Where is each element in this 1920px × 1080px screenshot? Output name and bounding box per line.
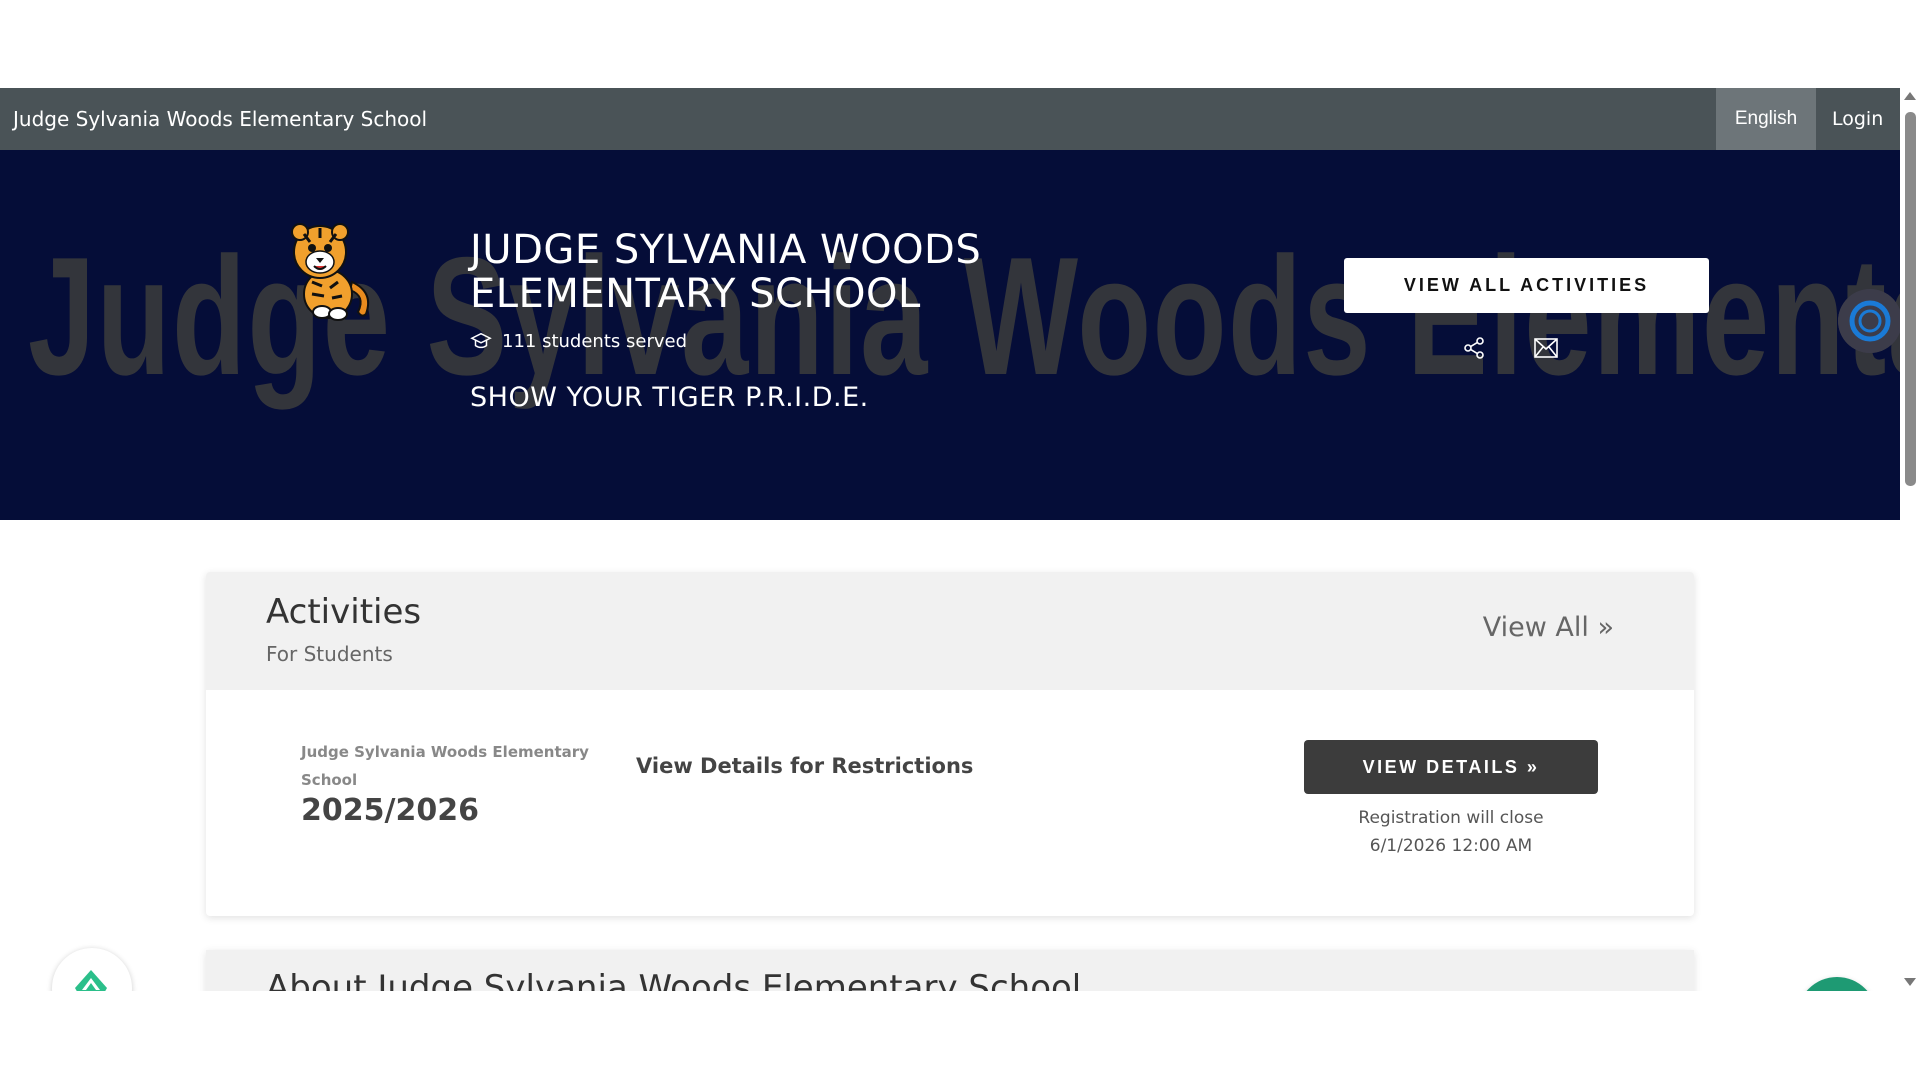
graduation-cap-icon [470, 332, 492, 349]
chat-icon [1797, 977, 1877, 991]
activities-subtitle: For Students [266, 642, 393, 666]
activities-card-header: Activities For Students View All » [206, 572, 1694, 690]
view-all-activities-button[interactable]: VIEW ALL ACTIVITIES [1344, 258, 1709, 313]
share-icon[interactable] [1462, 336, 1486, 360]
view-all-link[interactable]: View All » [1483, 612, 1614, 643]
hero-banner: Judge Sylvania Woods Elementary Sc JUDGE… [0, 150, 1900, 520]
school-title-line1: JUDGE SYLVANIA WOODS [470, 227, 982, 273]
students-served: 111 students served [470, 330, 687, 352]
activity-description[interactable]: View Details for Restrictions [636, 754, 973, 778]
registration-close-info: Registration will close 6/1/2026 12:00 A… [1304, 804, 1598, 860]
school-title-line2: ELEMENTARY SCHOOL [470, 271, 921, 317]
registration-close-date: 6/1/2026 12:00 AM [1369, 836, 1533, 856]
language-button[interactable]: English [1716, 88, 1816, 150]
activities-title: Activities [266, 592, 422, 632]
top-nav-bar: Judge Sylvania Woods Elementary School E… [0, 88, 1900, 150]
side-logo-icon[interactable] [1838, 289, 1900, 353]
school-tagline: SHOW YOUR TIGER P.R.I.D.E. [470, 382, 869, 413]
vertical-scrollbar[interactable] [1900, 88, 1920, 991]
activity-school-name: Judge Sylvania Woods Elementary School [301, 743, 589, 789]
students-served-label: 111 students served [502, 330, 687, 352]
scroll-thumb[interactable] [1905, 112, 1916, 486]
activities-card: Activities For Students View All » Judge… [206, 572, 1694, 916]
chat-button[interactable] [1797, 977, 1877, 991]
school-title: JUDGE SYLVANIA WOODS ELEMENTARY SCHOOL [470, 228, 1170, 316]
login-link[interactable]: Login [1832, 88, 1883, 150]
about-card: About Judge Sylvania Woods Elementary Sc… [206, 950, 1694, 991]
scroll-down-arrow-icon[interactable] [1904, 978, 1916, 986]
activity-year: 2025/2026 [301, 793, 479, 828]
view-details-button[interactable]: VIEW DETAILS » [1304, 740, 1598, 794]
site-title[interactable]: Judge Sylvania Woods Elementary School [13, 88, 427, 150]
scroll-up-arrow-icon[interactable] [1904, 92, 1916, 100]
tiger-mascot [291, 223, 370, 321]
about-title: About Judge Sylvania Woods Elementary Sc… [266, 968, 1082, 991]
mail-icon[interactable] [1534, 338, 1558, 358]
browser-viewport: Judge Sylvania Woods Elementary School E… [0, 88, 1920, 991]
registration-close-label: Registration will close [1358, 808, 1544, 828]
rewards-logo-icon[interactable] [73, 968, 109, 991]
